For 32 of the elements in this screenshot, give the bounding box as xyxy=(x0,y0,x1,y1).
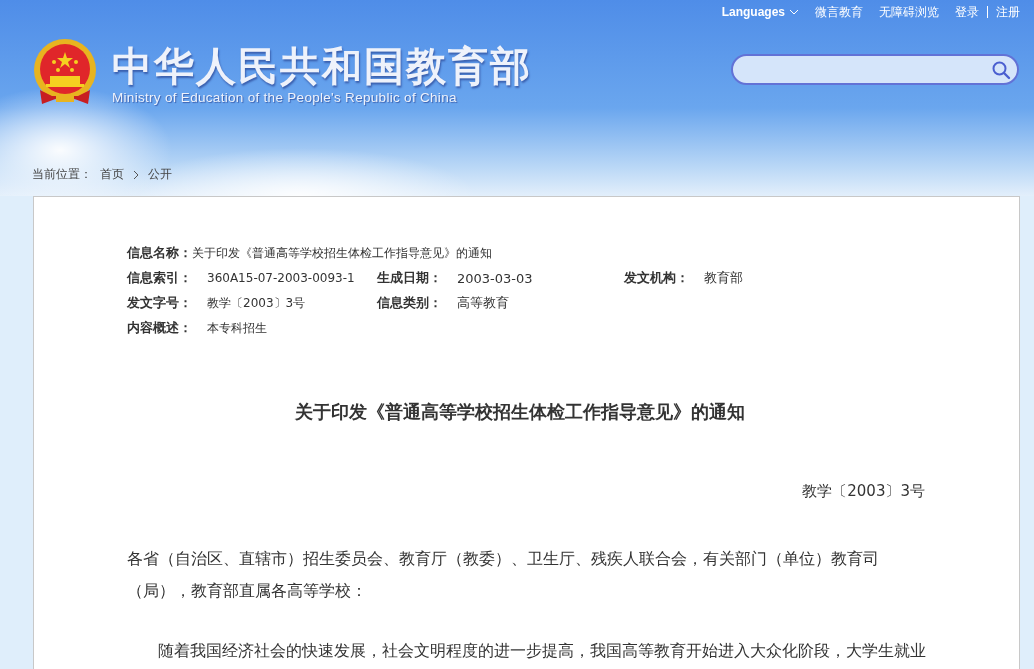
article-title: 关于印发《普通高等学校招生体检工作指导意见》的通知 xyxy=(293,400,746,424)
meta-label: 发文机构： xyxy=(624,269,690,287)
site-subtitle: Ministry of Education of the People's Republic of China xyxy=(112,89,458,105)
meta-label: 发文字号： xyxy=(127,294,193,312)
search-icon[interactable] xyxy=(991,59,1011,80)
top-link[interactable]: 登录 xyxy=(955,3,979,21)
meta-value: 2003-03-03 xyxy=(457,270,533,286)
breadcrumb-link[interactable]: 公开 xyxy=(148,166,172,183)
meta-label: 信息类别： xyxy=(377,294,443,312)
meta-label: 信息索引： xyxy=(127,269,193,287)
top-link[interactable]: 无障碍浏览 xyxy=(879,3,939,21)
top-link[interactable]: 注册 xyxy=(996,3,1020,21)
meta-label: 内容概述： xyxy=(127,319,193,337)
meta-value: 教学〔2003〕3号 xyxy=(207,294,306,312)
salutation: 各省（自治区、直辖市）招生委员会、教育厅（教委）、卫生厅、残疾人联合会，有关部门（单位）教育司（局），教育部直属各高等学校： xyxy=(127,549,880,602)
document-number: 教学〔2003〕3号 xyxy=(801,482,925,501)
meta-value: 360A15-07-2003-0093-1 xyxy=(207,271,355,285)
site-title: 中华人民共和国教育部 xyxy=(112,41,532,90)
breadcrumb-label: 当前位置： xyxy=(32,166,92,183)
top-link[interactable]: 微言教育 xyxy=(815,3,863,21)
breadcrumb-link[interactable]: 首页 xyxy=(100,166,124,183)
meta-value: 关于印发《普通高等学校招生体检工作指导意见》的通知 xyxy=(192,244,492,262)
chevron-right-icon xyxy=(132,169,140,180)
meta-label: 生成日期： xyxy=(377,269,443,287)
languages-dropdown[interactable]: Languages xyxy=(721,5,799,19)
chevron-down-icon xyxy=(789,9,799,15)
meta-value: 本专科招生 xyxy=(207,319,267,337)
body-paragraph: 随着我国经济社会的快速发展，社会文明程度的进一步提高，我国高等教育开始进入大众化阶段，大学生就业 xyxy=(157,641,927,662)
search-field[interactable] xyxy=(731,54,1019,85)
meta-label: 信息名称： xyxy=(127,244,192,262)
meta-value: 教育部 xyxy=(704,269,743,287)
meta-value: 高等教育 xyxy=(457,294,509,312)
